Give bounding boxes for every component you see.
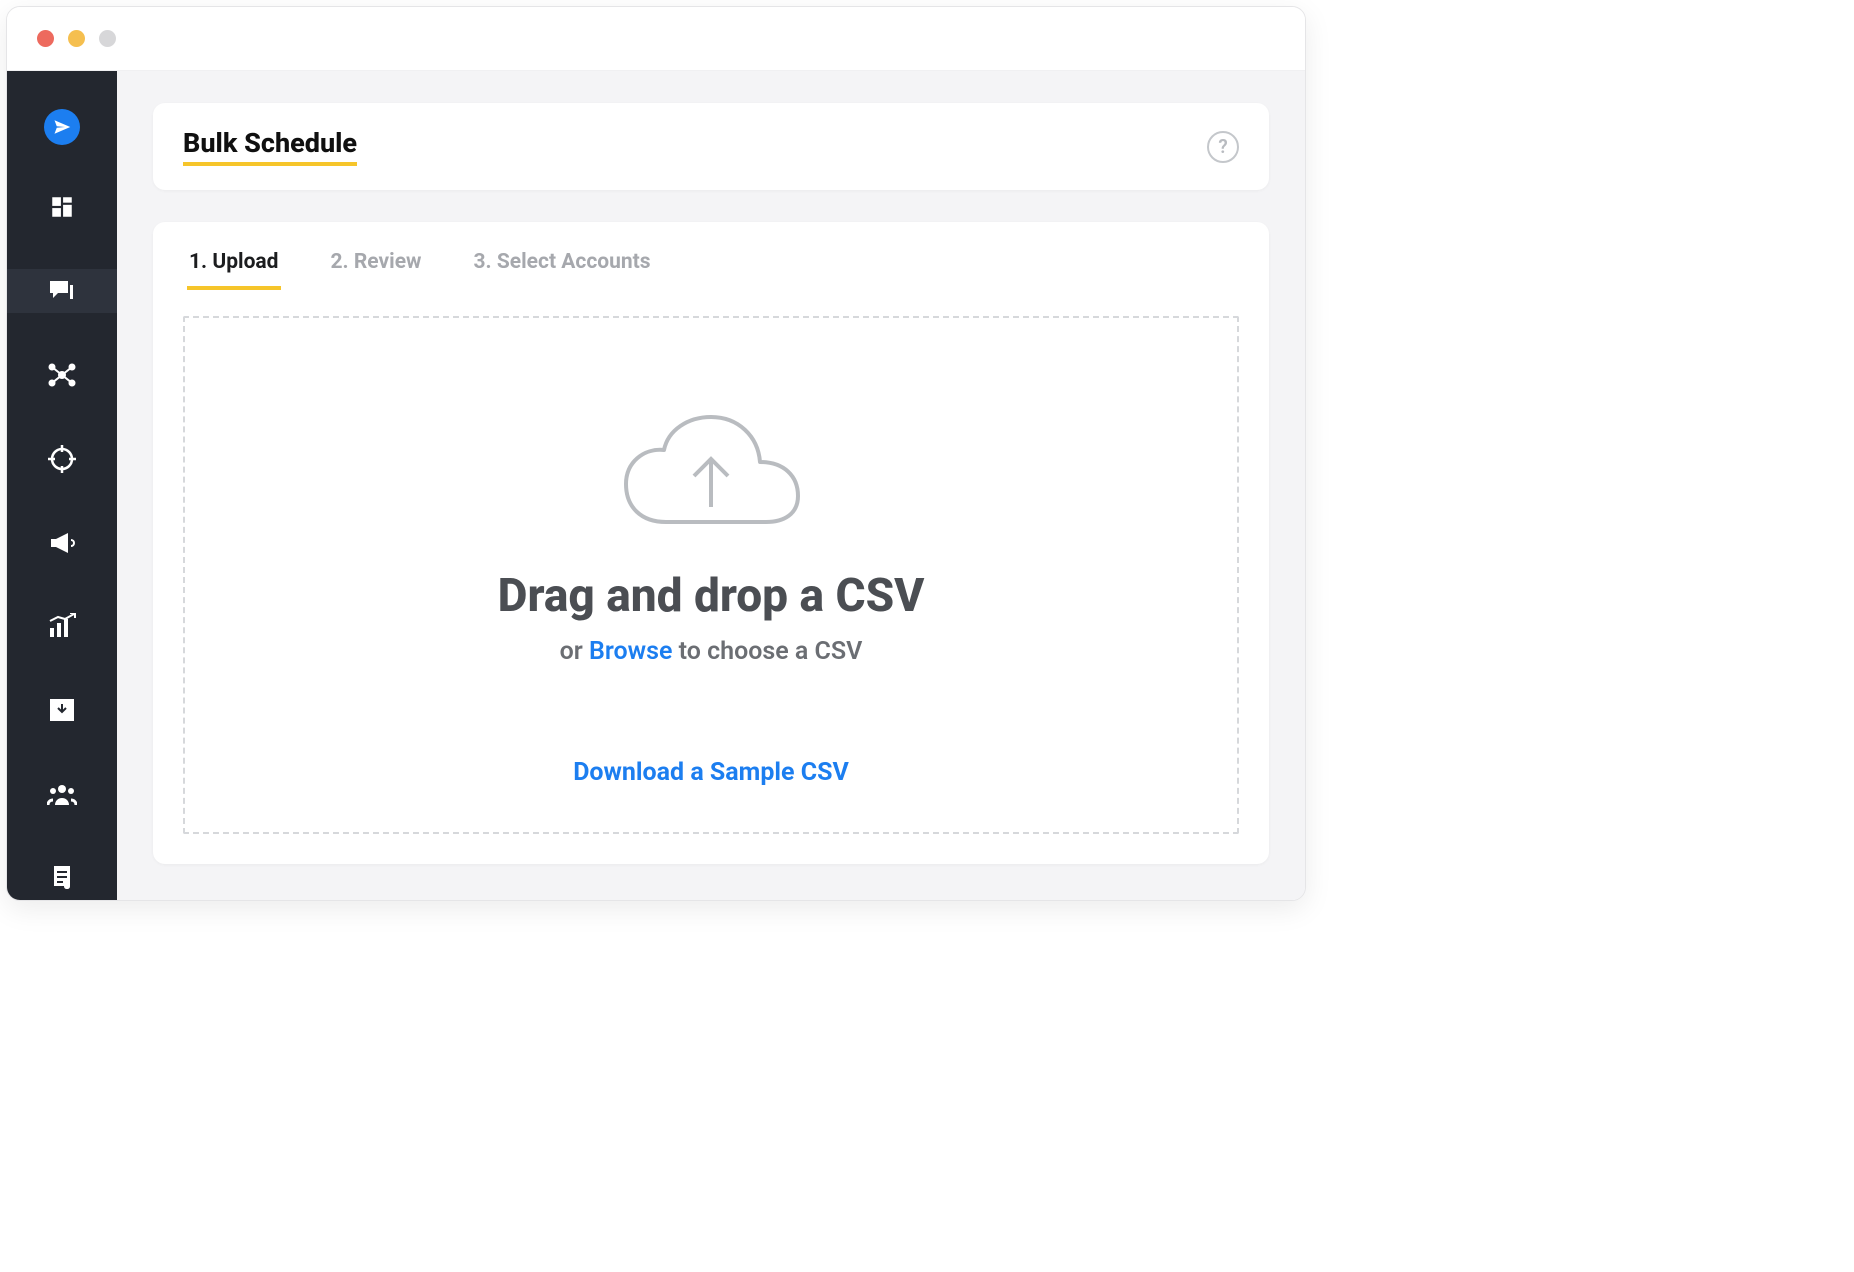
sidebar-item-analytics[interactable] [7,604,117,648]
dashboard-icon [47,192,77,222]
page-header: Bulk Schedule ? [153,103,1269,190]
app-window: Bulk Schedule ? 1. Upload 2. Review 3. S… [6,6,1306,901]
step-tabs: 1. Upload 2. Review 3. Select Accounts [183,244,1239,290]
window-minimize-button[interactable] [68,30,85,47]
app-body: Bulk Schedule ? 1. Upload 2. Review 3. S… [7,71,1305,900]
sidebar [7,71,117,900]
megaphone-icon [47,528,77,558]
sidebar-item-document[interactable] [7,856,117,900]
dropzone-sub-prefix: or [560,637,589,666]
cloud-upload-icon [616,412,806,547]
sidebar-item-target[interactable] [7,437,117,481]
inbox-icon [47,695,77,725]
tab-upload[interactable]: 1. Upload [187,244,281,290]
sidebar-item-inbox[interactable] [7,688,117,732]
titlebar [7,7,1305,71]
download-sample-link[interactable]: Download a Sample CSV [573,758,849,787]
tab-review[interactable]: 2. Review [329,244,424,290]
main-content: Bulk Schedule ? 1. Upload 2. Review 3. S… [117,71,1305,900]
document-icon [47,863,77,893]
csv-dropzone[interactable]: Drag and drop a CSV or Browse to choose … [183,316,1239,834]
network-icon [47,360,77,390]
sidebar-item-logo[interactable] [7,109,117,145]
target-icon [47,444,77,474]
sidebar-item-megaphone[interactable] [7,521,117,565]
content-card: 1. Upload 2. Review 3. Select Accounts D… [153,222,1269,864]
window-maximize-button[interactable] [99,30,116,47]
sidebar-item-team[interactable] [7,772,117,816]
sidebar-item-dashboard[interactable] [7,185,117,229]
sidebar-item-compose[interactable] [7,269,117,313]
team-icon [47,779,77,809]
dropzone-sub-suffix: to choose a CSV [672,637,862,666]
help-button[interactable]: ? [1207,131,1239,163]
sidebar-item-network[interactable] [7,353,117,397]
compose-icon [47,276,77,306]
page-title: Bulk Schedule [183,127,357,166]
tab-select-accounts[interactable]: 3. Select Accounts [471,244,652,290]
logo-icon [44,109,80,145]
browse-link[interactable]: Browse [589,637,672,666]
window-close-button[interactable] [37,30,54,47]
analytics-icon [47,611,77,641]
dropzone-subtitle: or Browse to choose a CSV [560,637,863,666]
help-icon: ? [1218,135,1227,158]
dropzone-title: Drag and drop a CSV [498,569,925,623]
